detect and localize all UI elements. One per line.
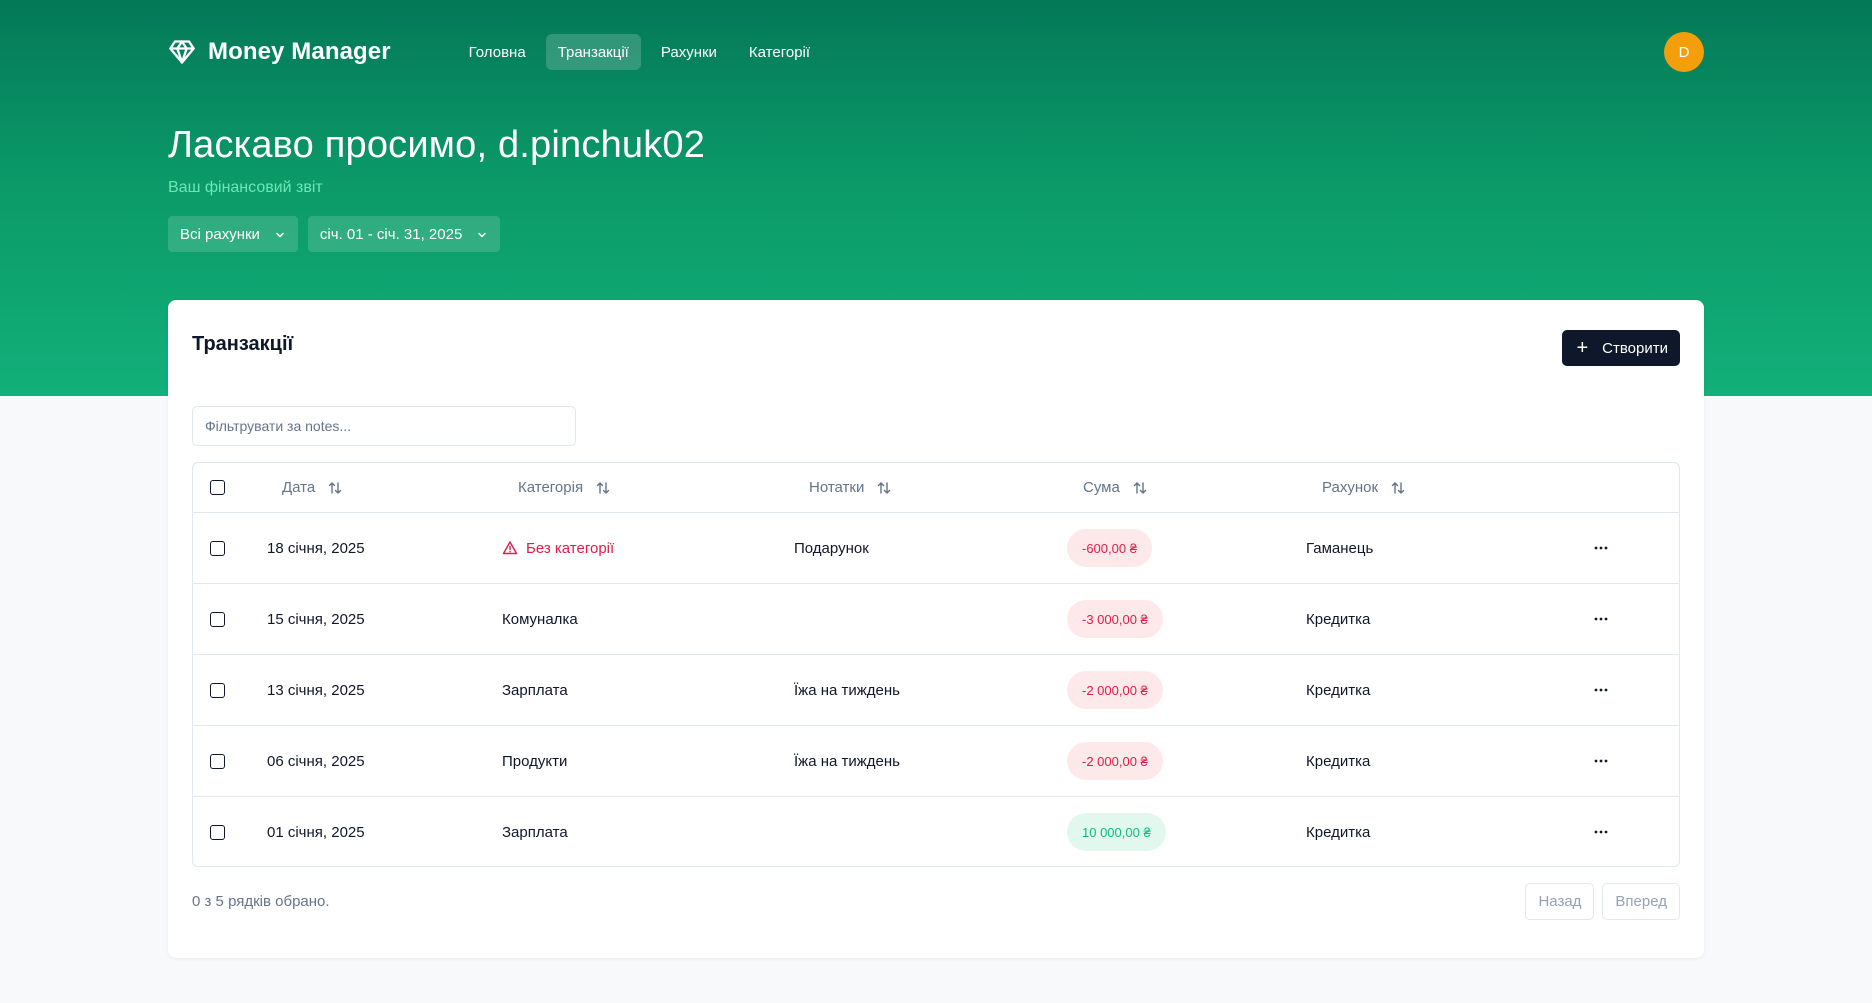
notes-cell: Їжа на тиждень — [794, 681, 900, 699]
date-cell: 06 січня, 2025 — [267, 752, 365, 770]
create-button-label: Створити — [1602, 339, 1668, 357]
amount-badge: -2 000,00 ₴ — [1067, 671, 1163, 709]
row-actions-button[interactable] — [1589, 688, 1613, 692]
amount-cell: 10 000,00 ₴ — [1067, 813, 1166, 851]
amount-badge: -2 000,00 ₴ — [1067, 742, 1163, 780]
diamond-icon — [168, 38, 196, 66]
more-horizontal-icon — [1594, 617, 1608, 621]
amount-cell: -3 000,00 ₴ — [1067, 600, 1163, 638]
row-actions-button[interactable] — [1589, 617, 1613, 621]
column-label: Дата — [282, 479, 316, 496]
account-cell: Гаманець — [1306, 539, 1374, 557]
row-actions-button[interactable] — [1589, 830, 1613, 834]
amount-badge: 10 000,00 ₴ — [1067, 813, 1166, 851]
welcome-subtitle: Ваш фінансовий звіт — [168, 179, 323, 196]
main-nav: Головна Транзакції Рахунки Категорії — [457, 34, 822, 70]
column-header-amount[interactable]: Сума — [1083, 479, 1148, 496]
amount-cell: -2 000,00 ₴ — [1067, 742, 1163, 780]
account-cell: Кредитка — [1306, 823, 1371, 841]
account-cell: Кредитка — [1306, 610, 1371, 628]
card-title: Транзакції — [192, 333, 294, 355]
transactions-card: Транзакції + Створити Дата Категорія Нот… — [168, 300, 1704, 958]
column-label: Сума — [1083, 479, 1120, 496]
date-range-picker[interactable]: січ. 01 - січ. 31, 2025 — [307, 216, 501, 252]
table-header-row: Дата Категорія Нотатки Сума Рахунок — [193, 463, 1679, 512]
welcome-heading: Ласкаво просимо, d.pinchuk02 — [168, 124, 706, 166]
create-button[interactable]: + Створити — [1562, 330, 1680, 366]
previous-page-button[interactable]: Назад — [1525, 883, 1595, 920]
column-label: Нотатки — [809, 479, 865, 496]
chevron-down-icon — [476, 228, 488, 240]
sort-icon — [1391, 481, 1405, 494]
next-page-button[interactable]: Вперед — [1602, 883, 1680, 920]
category-cell[interactable]: Комуналка — [502, 611, 578, 628]
more-horizontal-icon — [1594, 830, 1608, 834]
category-cell[interactable]: Без категорії — [502, 540, 614, 557]
notes-cell: Їжа на тиждень — [794, 752, 900, 770]
nav-item-transactions[interactable]: Транзакції — [545, 34, 641, 70]
sort-icon — [596, 481, 610, 494]
more-horizontal-icon — [1594, 688, 1608, 692]
select-all-checkbox[interactable] — [210, 480, 225, 495]
notes-cell: Подарунок — [794, 539, 869, 557]
date-cell: 13 січня, 2025 — [267, 681, 365, 699]
table-row[interactable]: 13 січня, 2025 Зарплата Їжа на тиждень -… — [193, 654, 1679, 725]
sort-icon — [1133, 481, 1147, 494]
more-horizontal-icon — [1594, 759, 1608, 763]
row-checkbox[interactable] — [210, 753, 225, 769]
pagination: Назад Вперед — [1525, 883, 1680, 920]
table-row[interactable]: 15 січня, 2025 Комуналка -3 000,00 ₴ Кре… — [193, 583, 1679, 654]
date-cell: 18 січня, 2025 — [267, 539, 365, 557]
column-label: Рахунок — [1322, 479, 1379, 496]
nav-item-accounts[interactable]: Рахунки — [649, 34, 729, 70]
account-cell: Кредитка — [1306, 752, 1371, 770]
sort-icon — [878, 481, 891, 494]
sort-icon — [329, 481, 342, 494]
account-cell: Кредитка — [1306, 681, 1371, 699]
notes-filter-input[interactable] — [192, 406, 576, 446]
category-cell[interactable]: Зарплата — [502, 824, 568, 841]
column-header-category[interactable]: Категорія — [518, 479, 611, 496]
user-avatar[interactable]: D — [1664, 32, 1704, 72]
date-range-label: січ. 01 - січ. 31, 2025 — [319, 225, 463, 243]
row-checkbox[interactable] — [210, 611, 225, 627]
row-checkbox[interactable] — [210, 540, 225, 556]
chevron-down-icon — [274, 228, 286, 240]
category-label: Без категорії — [526, 539, 615, 557]
filters: Всі рахунки січ. 01 - січ. 31, 2025 — [168, 216, 501, 252]
table-row[interactable]: 01 січня, 2025 Зарплата 10 000,00 ₴ Кред… — [193, 796, 1679, 866]
table-row[interactable]: 06 січня, 2025 Продукти Їжа на тиждень -… — [193, 725, 1679, 796]
account-filter-label: Всі рахунки — [180, 225, 260, 243]
selection-status: 0 з 5 рядків обрано. — [192, 893, 330, 910]
column-header-date[interactable]: Дата — [282, 479, 343, 496]
account-filter-select[interactable]: Всі рахунки — [168, 216, 298, 252]
more-horizontal-icon — [1594, 546, 1608, 550]
nav-item-categories[interactable]: Категорії — [737, 34, 822, 70]
transactions-table: Дата Категорія Нотатки Сума Рахунок 18 с… — [192, 462, 1680, 867]
app-name: Money Manager — [208, 38, 391, 65]
row-actions-button[interactable] — [1589, 759, 1613, 763]
brand[interactable]: Money Manager — [168, 38, 391, 66]
row-checkbox[interactable] — [210, 682, 225, 698]
table-row[interactable]: 18 січня, 2025 Без категорії Подарунок -… — [193, 512, 1679, 583]
category-cell[interactable]: Продукти — [502, 753, 567, 770]
amount-badge: -600,00 ₴ — [1067, 529, 1152, 567]
warning-icon — [502, 541, 518, 555]
row-checkbox[interactable] — [210, 824, 225, 840]
amount-cell: -2 000,00 ₴ — [1067, 671, 1163, 709]
top-navigation: Money Manager Головна Транзакції Рахунки… — [168, 32, 1704, 72]
plus-icon: + — [1576, 337, 1589, 359]
date-cell: 15 січня, 2025 — [267, 610, 365, 628]
row-actions-button[interactable] — [1589, 546, 1613, 550]
amount-badge: -3 000,00 ₴ — [1067, 600, 1163, 638]
column-header-account[interactable]: Рахунок — [1322, 479, 1406, 496]
nav-item-home[interactable]: Головна — [457, 34, 538, 70]
column-label: Категорія — [518, 479, 584, 496]
date-cell: 01 січня, 2025 — [267, 823, 365, 841]
column-header-notes[interactable]: Нотатки — [809, 479, 892, 496]
amount-cell: -600,00 ₴ — [1067, 529, 1152, 567]
category-cell[interactable]: Зарплата — [502, 682, 568, 699]
